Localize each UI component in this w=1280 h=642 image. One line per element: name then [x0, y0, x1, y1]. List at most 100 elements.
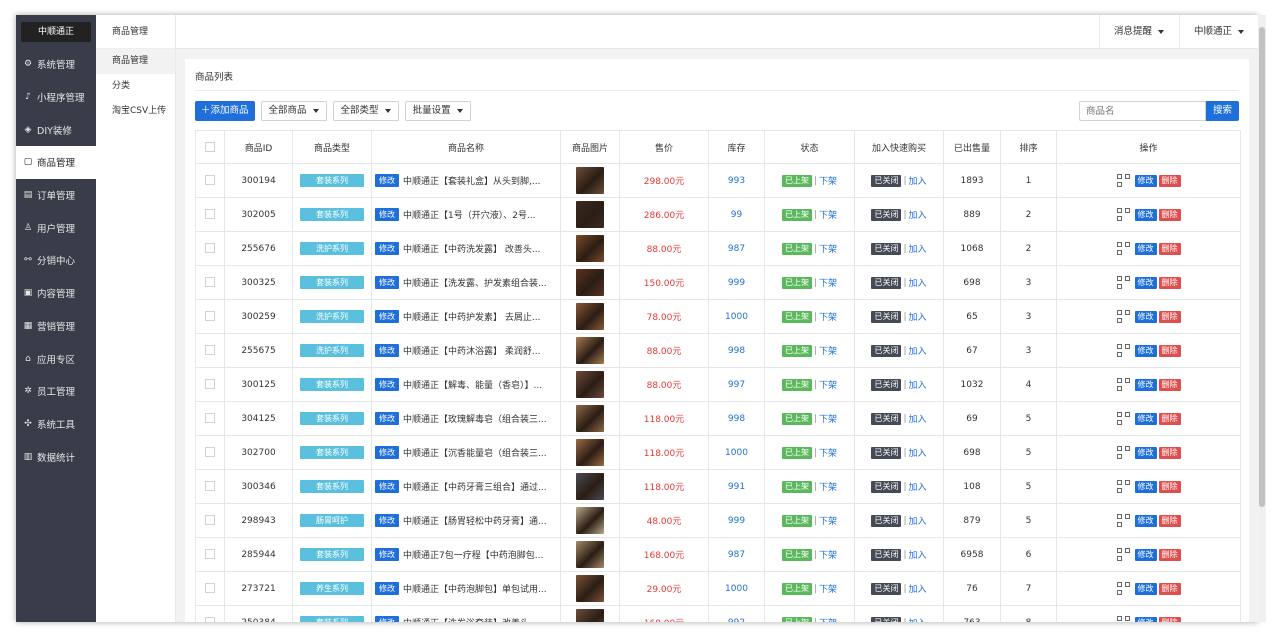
- sidebar-item[interactable]: ♪ 小程序管理: [16, 81, 96, 114]
- goods-sort[interactable]: 8: [1026, 618, 1032, 623]
- qrcode-icon[interactable]: [1116, 412, 1130, 425]
- qrcode-icon[interactable]: [1116, 514, 1130, 527]
- delete-button[interactable]: 删除: [1158, 514, 1181, 527]
- edit-button[interactable]: 修改: [1134, 378, 1157, 391]
- join-quick-buy-link[interactable]: 加入: [909, 211, 927, 221]
- row-checkbox[interactable]: [205, 515, 215, 526]
- join-quick-buy-link[interactable]: 加入: [909, 619, 927, 622]
- goods-sort[interactable]: 5: [1026, 414, 1032, 424]
- edit-name-button[interactable]: 修改: [375, 174, 399, 187]
- goods-thumbnail[interactable]: [576, 609, 604, 622]
- goods-thumbnail[interactable]: [576, 507, 604, 534]
- sidebar-item[interactable]: ◈ DIY装修: [16, 113, 96, 146]
- join-quick-buy-link[interactable]: 加入: [909, 483, 927, 493]
- row-checkbox[interactable]: [205, 209, 215, 220]
- edit-name-button[interactable]: 修改: [375, 276, 399, 289]
- sidebar-item[interactable]: ✲ 员工管理: [16, 375, 96, 408]
- take-down-link[interactable]: 下架: [819, 415, 837, 425]
- edit-name-button[interactable]: 修改: [375, 208, 399, 221]
- delete-button[interactable]: 删除: [1158, 446, 1181, 459]
- goods-thumbnail[interactable]: [576, 167, 604, 194]
- goods-sort[interactable]: 7: [1026, 584, 1032, 594]
- take-down-link[interactable]: 下架: [819, 381, 837, 391]
- join-quick-buy-link[interactable]: 加入: [909, 551, 927, 561]
- row-checkbox[interactable]: [205, 617, 215, 622]
- delete-button[interactable]: 删除: [1158, 616, 1181, 622]
- row-checkbox[interactable]: [205, 481, 215, 492]
- edit-name-button[interactable]: 修改: [375, 310, 399, 323]
- row-checkbox[interactable]: [205, 243, 215, 254]
- sidebar-item[interactable]: ⚯ 分销中心: [16, 244, 96, 277]
- take-down-link[interactable]: 下架: [819, 517, 837, 527]
- qrcode-icon[interactable]: [1116, 242, 1130, 255]
- goods-thumbnail[interactable]: [576, 235, 604, 262]
- goods-sort[interactable]: 5: [1026, 448, 1032, 458]
- sidebar-item[interactable]: ⚙ 系统管理: [16, 48, 96, 81]
- sidebar-item[interactable]: ▦ 营销管理: [16, 310, 96, 343]
- goods-sort[interactable]: 5: [1026, 516, 1032, 526]
- edit-button[interactable]: 修改: [1134, 174, 1157, 187]
- qrcode-icon[interactable]: [1116, 208, 1130, 221]
- goods-sort[interactable]: 2: [1026, 210, 1032, 220]
- subnav-item[interactable]: 淘宝CSV上传: [96, 99, 175, 124]
- sidebar-item[interactable]: ▣ 内容管理: [16, 277, 96, 310]
- edit-name-button[interactable]: 修改: [375, 378, 399, 391]
- qrcode-icon[interactable]: [1116, 480, 1130, 493]
- qrcode-icon[interactable]: [1116, 378, 1130, 391]
- goods-stock[interactable]: 999: [728, 516, 745, 526]
- join-quick-buy-link[interactable]: 加入: [909, 585, 927, 595]
- join-quick-buy-link[interactable]: 加入: [909, 177, 927, 187]
- goods-stock[interactable]: 1000: [725, 584, 748, 594]
- edit-button[interactable]: 修改: [1134, 480, 1157, 493]
- edit-name-button[interactable]: 修改: [375, 344, 399, 357]
- row-checkbox[interactable]: [205, 413, 215, 424]
- delete-button[interactable]: 删除: [1158, 310, 1181, 323]
- qrcode-icon[interactable]: [1116, 344, 1130, 357]
- edit-name-button[interactable]: 修改: [375, 616, 399, 622]
- delete-button[interactable]: 删除: [1158, 208, 1181, 221]
- search-input[interactable]: [1078, 101, 1206, 121]
- sidebar-item[interactable]: ♙ 用户管理: [16, 211, 96, 244]
- qrcode-icon[interactable]: [1116, 548, 1130, 561]
- scrollbar-thumb[interactable]: [1259, 27, 1265, 507]
- take-down-link[interactable]: 下架: [819, 313, 837, 323]
- take-down-link[interactable]: 下架: [819, 245, 837, 255]
- qrcode-icon[interactable]: [1116, 310, 1130, 323]
- delete-button[interactable]: 删除: [1158, 480, 1181, 493]
- delete-button[interactable]: 删除: [1158, 174, 1181, 187]
- brand-logo-text[interactable]: 中顺通正: [21, 21, 91, 42]
- batch-settings-dropdown[interactable]: 批量设置: [404, 101, 471, 121]
- row-checkbox[interactable]: [205, 447, 215, 458]
- all-types-dropdown[interactable]: 全部类型: [332, 101, 399, 121]
- join-quick-buy-link[interactable]: 加入: [909, 245, 927, 255]
- take-down-link[interactable]: 下架: [819, 177, 837, 187]
- goods-thumbnail[interactable]: [576, 575, 604, 602]
- edit-button[interactable]: 修改: [1134, 412, 1157, 425]
- edit-button[interactable]: 修改: [1134, 276, 1157, 289]
- messages-dropdown[interactable]: 消息提醒: [1098, 15, 1178, 49]
- take-down-link[interactable]: 下架: [819, 347, 837, 357]
- take-down-link[interactable]: 下架: [819, 483, 837, 493]
- join-quick-buy-link[interactable]: 加入: [909, 279, 927, 289]
- select-all-checkbox[interactable]: [205, 141, 215, 152]
- join-quick-buy-link[interactable]: 加入: [909, 381, 927, 391]
- sidebar-item[interactable]: ✣ 系统工具: [16, 408, 96, 441]
- search-button[interactable]: 搜索: [1205, 101, 1239, 121]
- edit-name-button[interactable]: 修改: [375, 548, 399, 561]
- take-down-link[interactable]: 下架: [819, 279, 837, 289]
- goods-sort[interactable]: 2: [1026, 244, 1032, 254]
- goods-stock[interactable]: 99: [731, 210, 742, 220]
- edit-name-button[interactable]: 修改: [375, 242, 399, 255]
- edit-button[interactable]: 修改: [1134, 616, 1157, 622]
- row-checkbox[interactable]: [205, 345, 215, 356]
- delete-button[interactable]: 删除: [1158, 412, 1181, 425]
- row-checkbox[interactable]: [205, 583, 215, 594]
- edit-button[interactable]: 修改: [1134, 514, 1157, 527]
- goods-thumbnail[interactable]: [576, 371, 604, 398]
- row-checkbox[interactable]: [205, 277, 215, 288]
- edit-button[interactable]: 修改: [1134, 310, 1157, 323]
- goods-stock[interactable]: 1000: [725, 312, 748, 322]
- join-quick-buy-link[interactable]: 加入: [909, 517, 927, 527]
- delete-button[interactable]: 删除: [1158, 344, 1181, 357]
- sidebar-item[interactable]: ▢ 商品管理: [16, 146, 96, 179]
